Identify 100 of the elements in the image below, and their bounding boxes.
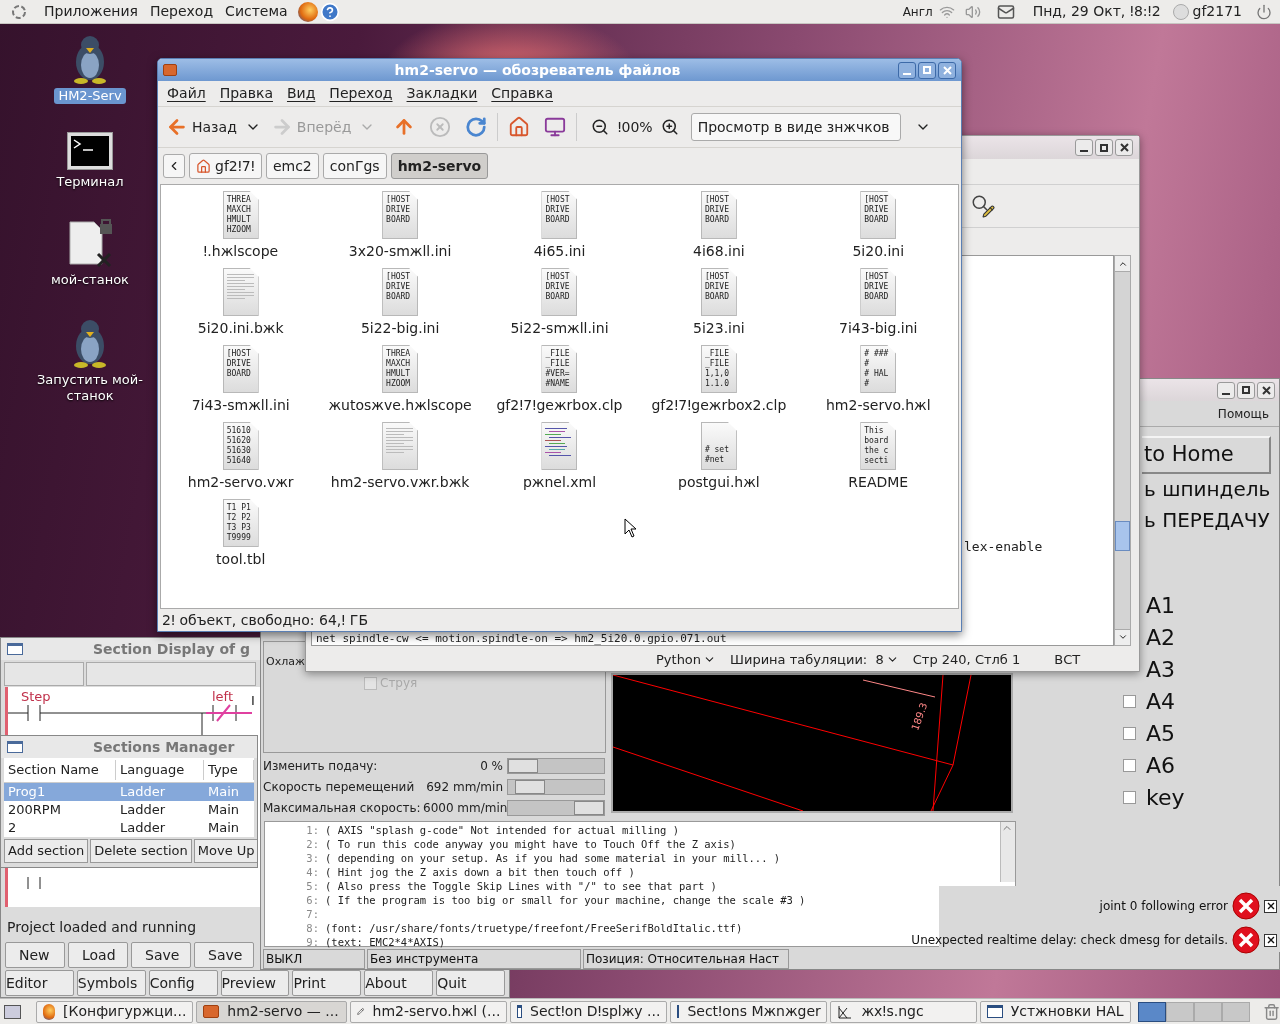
minimize-button[interactable] xyxy=(898,61,916,79)
toolbar-button[interactable]: Load xyxy=(68,942,128,968)
zoom-in-icon[interactable] xyxy=(660,118,679,136)
desktop-icon-label[interactable]: Терминал xyxy=(52,174,128,190)
column-header[interactable]: Section Name xyxy=(4,760,116,780)
scrollbar-thumb[interactable] xyxy=(1115,520,1130,551)
reload-icon[interactable] xyxy=(465,116,488,138)
checkbox[interactable] xyxy=(1123,726,1136,740)
window-menu-icon[interactable] xyxy=(7,741,23,753)
user-name[interactable]: gf2171 xyxy=(1192,1,1242,22)
browser-icon[interactable] xyxy=(297,1,318,22)
file-name[interactable]: 5i22-smжll.ini xyxy=(510,318,609,339)
help-icon[interactable] xyxy=(319,1,340,22)
toolbar-button[interactable]: Editor xyxy=(5,970,74,996)
slider-track[interactable] xyxy=(507,779,605,795)
close-button[interactable] xyxy=(1115,139,1133,157)
path-scroll-button[interactable] xyxy=(163,154,185,178)
tab-width-selector[interactable]: Ширина табуляции: 8 xyxy=(730,649,899,670)
taskbar-button[interactable]: жxǃs.ngc xyxy=(830,1000,977,1023)
file-name[interactable]: 4i65.ini xyxy=(533,241,586,262)
menu-item[interactable]: Помощь xyxy=(1217,404,1269,423)
trash-icon[interactable] xyxy=(1262,1002,1280,1021)
taskbar-button[interactable]: hm2-servo — ... xyxy=(196,1000,348,1023)
panel-menu[interactable]: Система xyxy=(219,1,294,22)
checkbox[interactable] xyxy=(1123,758,1136,772)
menu-item[interactable]: Правка xyxy=(219,83,273,104)
workspace-switcher[interactable] xyxy=(1137,1001,1250,1022)
file-name[interactable]: 7i43-big.ini xyxy=(839,318,918,339)
minimize-button[interactable] xyxy=(1075,139,1093,157)
toolbar-button[interactable]: Config xyxy=(148,970,218,996)
file-name[interactable]: 4i68.ini xyxy=(693,241,745,262)
file-name[interactable]: жutosжve.hжlscope xyxy=(328,395,472,416)
toolbar-button[interactable]: Preview xyxy=(220,970,290,996)
path-button[interactable]: emc2 xyxy=(265,153,319,179)
file-name[interactable]: postgui.hжl xyxy=(678,472,760,493)
panel-menu[interactable]: Переход xyxy=(143,1,220,22)
mail-icon[interactable] xyxy=(996,2,1015,21)
menu-item[interactable]: Закладки xyxy=(406,83,478,104)
maximize-button[interactable] xyxy=(918,61,936,79)
file-name[interactable]: 5i23.ini xyxy=(693,318,745,339)
maximize-button[interactable] xyxy=(1237,381,1255,399)
menu-item[interactable]: Справка xyxy=(491,83,553,104)
volume-icon[interactable] xyxy=(964,3,981,20)
toolbar-button[interactable]: Save xyxy=(194,942,254,968)
file-name[interactable]: gf2ǃ7ǃgeжrbox2.clp xyxy=(651,395,787,416)
power-icon[interactable] xyxy=(1256,3,1272,20)
menu-item[interactable]: Переход xyxy=(329,83,393,104)
close-button[interactable] xyxy=(1264,933,1277,947)
window-menu-icon[interactable] xyxy=(7,643,23,655)
view-mode-select[interactable]: Просмотр в виде знжчков xyxy=(690,113,901,141)
path-button[interactable]: hm2-servo xyxy=(390,153,489,179)
checkbox[interactable] xyxy=(1123,790,1136,804)
minimize-button[interactable] xyxy=(1217,381,1235,399)
slider-thumb[interactable] xyxy=(574,801,604,815)
file-name[interactable]: 7i43-smжll.ini xyxy=(191,395,290,416)
slider-track[interactable] xyxy=(507,758,605,774)
computer-icon[interactable] xyxy=(544,116,567,138)
section-button[interactable]: Add section xyxy=(4,839,89,863)
taskbar-button[interactable]: Устжновки HAL xyxy=(979,1000,1131,1023)
show-desktop-icon[interactable] xyxy=(4,1004,22,1019)
toolbar-button[interactable]: About xyxy=(364,970,434,996)
taskbar-button[interactable]: Sectǃons Mжnжger xyxy=(670,1000,828,1023)
taskbar-button[interactable]: [Конфигуржци... xyxy=(36,1000,194,1023)
file-name[interactable]: hm2-servo.vжr xyxy=(187,472,294,493)
column-header[interactable]: Type xyxy=(204,760,254,780)
taskbar-button[interactable]: hm2-servo.hжl (... xyxy=(350,1000,508,1023)
column-header[interactable]: Language xyxy=(116,760,204,780)
table-row[interactable]: 200RPM Ladder Main xyxy=(4,801,254,819)
file-name[interactable]: 3x20-smжll.ini xyxy=(348,241,452,262)
home-folder-icon[interactable] xyxy=(508,116,531,138)
slider-thumb[interactable] xyxy=(508,759,538,773)
file-name[interactable]: gf2ǃ7ǃgeжrbox.clp xyxy=(496,395,623,416)
table-row[interactable]: 2 Ladder Main xyxy=(4,819,254,837)
file-name[interactable]: 5i22-big.ini xyxy=(360,318,440,339)
path-button[interactable]: gf2ǃ7ǃ xyxy=(189,153,262,179)
panel-menu[interactable]: Приложения xyxy=(38,1,144,22)
user-status-icon[interactable] xyxy=(1172,3,1189,20)
checkbox[interactable] xyxy=(1123,694,1136,708)
desktop-icon-label[interactable]: мой-станок xyxy=(47,272,133,288)
zoom-out-icon[interactable] xyxy=(591,118,610,136)
section-button[interactable]: Move Up xyxy=(193,839,257,863)
toolbar-button[interactable]: Print xyxy=(292,970,362,996)
menu-item[interactable]: Вид xyxy=(286,83,316,104)
toolbar-button[interactable]: Save xyxy=(131,942,191,968)
slider-track[interactable] xyxy=(507,800,605,816)
menu-item[interactable]: Файл xyxy=(167,83,206,104)
back-button[interactable]: Назад xyxy=(166,116,237,138)
toolbar-button[interactable]: New xyxy=(5,942,65,968)
language-selector[interactable]: Python xyxy=(656,649,717,670)
slider-thumb[interactable] xyxy=(514,780,545,794)
file-name[interactable]: tool.tbl xyxy=(216,549,266,570)
keyboard-layout[interactable]: Англ xyxy=(902,2,933,21)
toolbar-button[interactable]: Symbols xyxy=(76,970,146,996)
scrollbar[interactable] xyxy=(1000,822,1015,882)
file-name[interactable]: hm2-servo.hжl xyxy=(826,395,931,416)
section-button[interactable]: Delete section xyxy=(90,839,192,863)
find-replace-icon[interactable] xyxy=(971,193,995,218)
file-name[interactable]: pжnel.xml xyxy=(522,472,597,493)
maximize-button[interactable] xyxy=(1095,139,1113,157)
clock[interactable]: Пнд, 29 Окт, ǃ8:ǃ2 xyxy=(1032,1,1161,22)
